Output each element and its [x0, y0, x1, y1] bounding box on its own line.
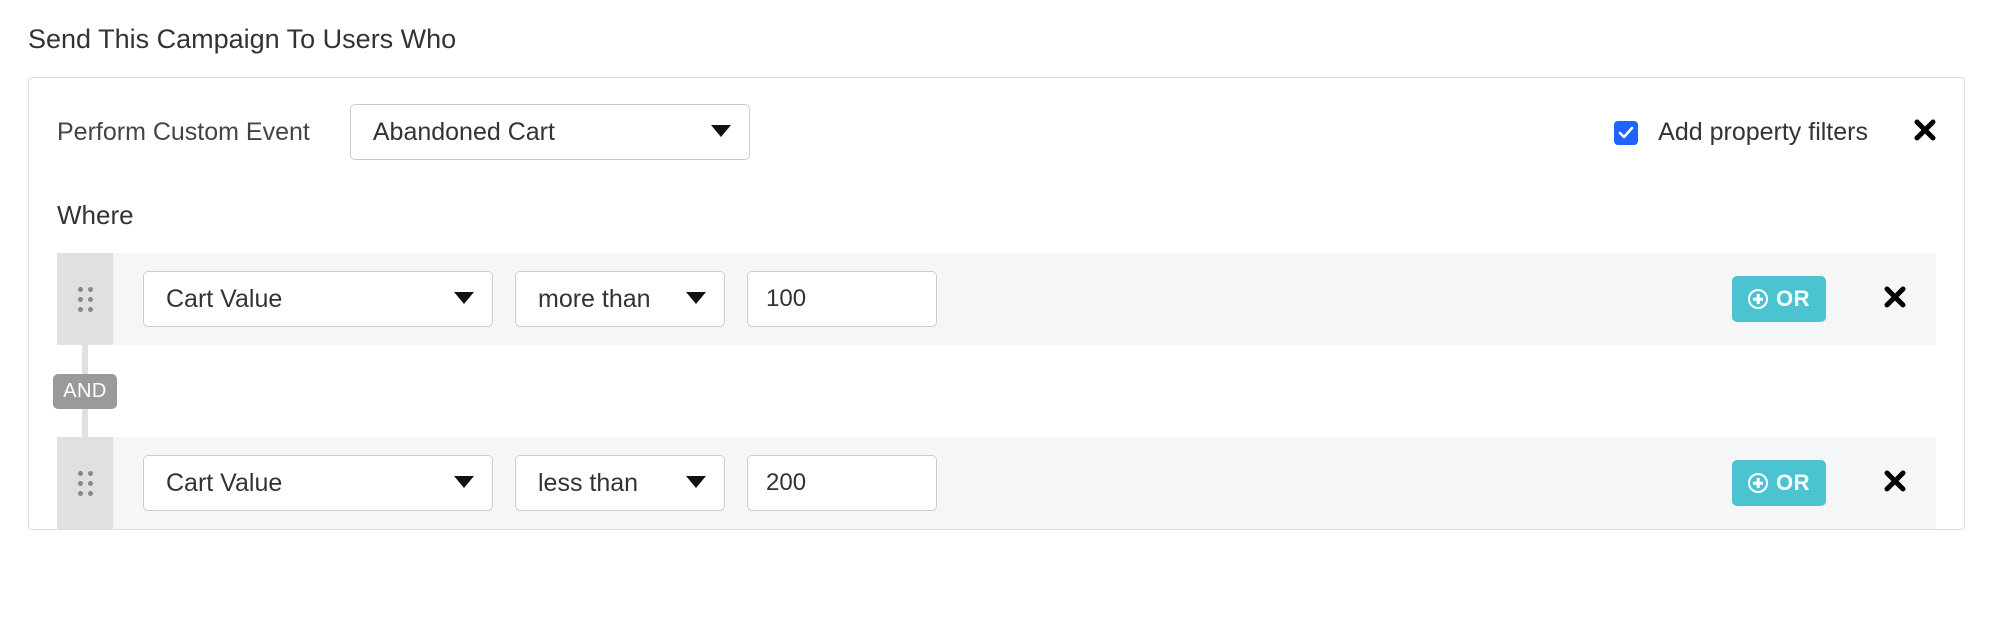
filter-value-input[interactable]	[747, 455, 937, 511]
filter-operator-select[interactable]: less than	[515, 455, 725, 511]
chevron-down-icon	[454, 476, 474, 490]
filter-drag-handle[interactable]	[57, 437, 113, 529]
add-property-filters-checkbox[interactable]	[1614, 121, 1638, 145]
filter-row: Cart Value more than	[29, 253, 1964, 345]
chevron-down-icon	[711, 125, 731, 139]
add-or-condition-button[interactable]: OR	[1732, 276, 1826, 322]
or-button-label: OR	[1776, 470, 1810, 496]
remove-event-trigger-button[interactable]	[1914, 118, 1936, 146]
filter-property-value: Cart Value	[166, 285, 282, 314]
filter-property-value: Cart Value	[166, 469, 282, 498]
chevron-down-icon	[686, 292, 706, 306]
or-button-label: OR	[1776, 286, 1810, 312]
where-label: Where	[57, 200, 1936, 231]
remove-filter-button[interactable]	[1884, 469, 1906, 497]
filter-property-select[interactable]: Cart Value	[143, 455, 493, 511]
drag-icon	[78, 471, 93, 496]
perform-custom-event-label: Perform Custom Event	[57, 118, 310, 147]
filter-row: Cart Value less than	[29, 437, 1964, 529]
filter-property-select[interactable]: Cart Value	[143, 271, 493, 327]
page-title: Send This Campaign To Users Who	[28, 24, 1965, 55]
filter-operator-select[interactable]: more than	[515, 271, 725, 327]
filter-rules-area: Cart Value more than	[29, 253, 1964, 529]
segmentation-panel: Perform Custom Event Abandoned Cart Add …	[28, 77, 1965, 530]
filter-drag-handle[interactable]	[57, 253, 113, 345]
custom-event-select-value: Abandoned Cart	[373, 118, 555, 147]
custom-event-select[interactable]: Abandoned Cart	[350, 104, 750, 160]
plus-circle-icon	[1748, 473, 1768, 493]
add-property-filters-label: Add property filters	[1658, 118, 1868, 147]
filter-joiner: AND	[29, 345, 1964, 437]
add-or-condition-button[interactable]: OR	[1732, 460, 1826, 506]
plus-circle-icon	[1748, 289, 1768, 309]
drag-icon	[78, 287, 93, 312]
filter-operator-value: more than	[538, 285, 651, 314]
and-joiner-chip: AND	[53, 374, 117, 409]
remove-filter-button[interactable]	[1884, 285, 1906, 313]
filter-value-input[interactable]	[747, 271, 937, 327]
filter-operator-value: less than	[538, 469, 638, 498]
chevron-down-icon	[686, 476, 706, 490]
chevron-down-icon	[454, 292, 474, 306]
